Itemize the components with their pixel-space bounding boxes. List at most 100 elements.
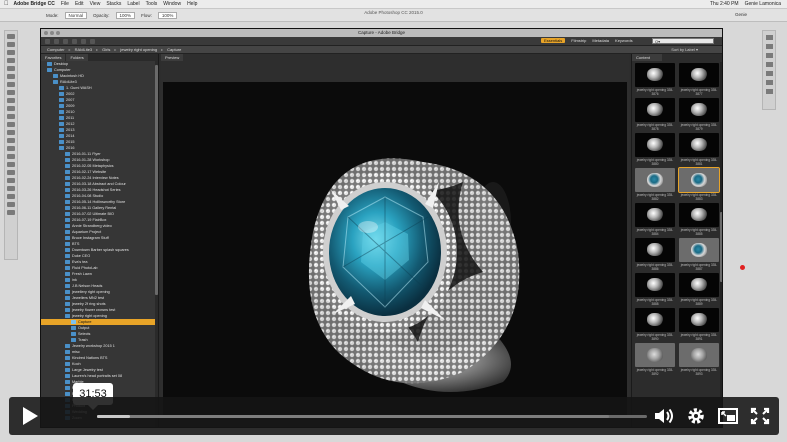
- preview-image-ring[interactable]: [163, 82, 627, 418]
- play-icon[interactable]: [23, 407, 38, 425]
- properties-panel-icon[interactable]: [765, 44, 773, 49]
- thumbnail-cell[interactable]: jewelry right opening 335-3879: [679, 98, 719, 131]
- breadcrumb-jewelry[interactable]: jewelry right opening: [120, 47, 157, 52]
- thumbnail-cell[interactable]: jewelry right opening 335-3882: [635, 168, 675, 201]
- thumbnail-image[interactable]: [635, 308, 675, 332]
- thumbnail-image[interactable]: [635, 133, 675, 157]
- content-scrollbar[interactable]: [720, 62, 722, 427]
- thumbnail-cell[interactable]: jewelry right opening 335-3890: [635, 308, 675, 341]
- thumbnail-cell[interactable]: jewelry right opening 335-3886: [635, 238, 675, 271]
- move-tool-icon[interactable]: [7, 34, 15, 39]
- thumbnail-image[interactable]: [678, 167, 720, 193]
- tab-folders[interactable]: Folders: [66, 54, 88, 61]
- thumbnail-image[interactable]: [679, 133, 719, 157]
- menubar-user[interactable]: Genie Lamonica: [745, 1, 781, 7]
- healing-tool-icon[interactable]: [7, 82, 15, 87]
- thumbnail-image[interactable]: [679, 238, 719, 262]
- thumbnail-image[interactable]: [635, 98, 675, 122]
- workspace-keywords[interactable]: Keywords: [615, 38, 633, 43]
- progress-bar[interactable]: [97, 415, 647, 418]
- recent-folders-icon[interactable]: [63, 38, 68, 44]
- thumbnail-cell[interactable]: jewelry right opening 335-3888: [635, 273, 675, 306]
- eraser-tool-icon[interactable]: [7, 114, 15, 119]
- breadcrumb-computer[interactable]: Computer: [47, 47, 65, 52]
- shape-tool-icon[interactable]: [7, 170, 15, 175]
- camera-import-icon[interactable]: [72, 38, 77, 44]
- open-in-camera-raw-icon[interactable]: [90, 38, 95, 44]
- menu-window[interactable]: Window: [163, 1, 181, 7]
- thumbnail-cell[interactable]: jewelry right opening 335-3883: [678, 167, 720, 201]
- color-swatch-icon[interactable]: [7, 194, 15, 199]
- settings-gear-icon[interactable]: [685, 406, 707, 426]
- zoom-tool-icon[interactable]: [7, 186, 15, 191]
- content-scroll-thumb[interactable]: [720, 212, 722, 282]
- menu-view[interactable]: View: [90, 1, 101, 7]
- thumbnail-image[interactable]: [679, 343, 719, 367]
- thumbnail-image[interactable]: [635, 63, 675, 87]
- history-brush-tool-icon[interactable]: [7, 106, 15, 111]
- thumbnail-cell[interactable]: jewelry right opening 335-3893: [679, 343, 719, 376]
- gradient-tool-icon[interactable]: [7, 122, 15, 127]
- paths-panel-icon[interactable]: [765, 71, 773, 76]
- thumbnail-image[interactable]: [679, 63, 719, 87]
- forward-icon[interactable]: [54, 38, 59, 44]
- thumbnail-image[interactable]: [635, 238, 675, 262]
- zoom-window-icon[interactable]: [56, 31, 60, 35]
- thumbnail-image[interactable]: [635, 273, 675, 297]
- marquee-tool-icon[interactable]: [7, 42, 15, 47]
- breadcrumb-capture[interactable]: Capture: [167, 47, 181, 52]
- thumbnail-cell[interactable]: jewelry right opening 335-3892: [635, 343, 675, 376]
- menu-edit[interactable]: Edit: [75, 1, 84, 7]
- menu-help[interactable]: Help: [187, 1, 197, 7]
- thumbnail-image[interactable]: [679, 273, 719, 297]
- breadcrumb-girls[interactable]: Girls: [102, 47, 110, 52]
- fullscreen-icon[interactable]: [749, 406, 771, 426]
- menu-tools[interactable]: Tools: [146, 1, 158, 7]
- workspace-filmstrip[interactable]: Filmstrip: [571, 38, 586, 43]
- thumbnail-cell[interactable]: jewelry right opening 335-3877: [679, 63, 719, 96]
- apple-icon[interactable]: : [4, 1, 9, 7]
- brush-tool-icon[interactable]: [7, 90, 15, 95]
- workspace-switcher[interactable]: Genie: [735, 12, 747, 17]
- brushes-panel-icon[interactable]: [765, 89, 773, 94]
- tab-preview[interactable]: Preview: [161, 54, 184, 61]
- type-tool-icon[interactable]: [7, 154, 15, 159]
- screen-mode-icon[interactable]: [7, 210, 15, 215]
- menu-stacks[interactable]: Stacks: [106, 1, 121, 7]
- thumbnail-image[interactable]: [679, 98, 719, 122]
- thumbnail-cell[interactable]: jewelry right opening 335-3880: [635, 133, 675, 166]
- path-select-tool-icon[interactable]: [7, 162, 15, 167]
- thumbnail-image[interactable]: [679, 308, 719, 332]
- minimize-window-icon[interactable]: [50, 31, 54, 35]
- dodge-tool-icon[interactable]: [7, 138, 15, 143]
- pen-tool-icon[interactable]: [7, 146, 15, 151]
- lasso-tool-icon[interactable]: [7, 50, 15, 55]
- thumbnail-cell[interactable]: jewelry right opening 335-3876: [635, 63, 675, 96]
- workspace-essentials[interactable]: Essentials: [541, 38, 566, 43]
- back-icon[interactable]: [45, 38, 50, 44]
- thumbnail-cell[interactable]: jewelry right opening 335-3884: [635, 203, 675, 236]
- thumbnail-image[interactable]: [635, 203, 675, 227]
- blur-tool-icon[interactable]: [7, 130, 15, 135]
- thumbnail-image[interactable]: [635, 168, 675, 192]
- bridge-search-input[interactable]: Q▾: [652, 38, 714, 44]
- volume-icon[interactable]: [653, 406, 675, 426]
- thumbnail-cell[interactable]: jewelry right opening 335-3881: [679, 133, 719, 166]
- menu-label[interactable]: Label: [127, 1, 139, 7]
- thumbnail-cell[interactable]: jewelry right opening 335-3878: [635, 98, 675, 131]
- adjustments-panel-icon[interactable]: [765, 80, 773, 85]
- refine-icon[interactable]: [81, 38, 86, 44]
- hand-tool-icon[interactable]: [7, 178, 15, 183]
- thumbnail-image[interactable]: [635, 343, 675, 367]
- history-panel-icon[interactable]: [765, 35, 773, 40]
- close-window-icon[interactable]: [44, 31, 48, 35]
- menu-file[interactable]: File: [61, 1, 69, 7]
- thumbnail-image[interactable]: [679, 203, 719, 227]
- workspace-metadata[interactable]: Metadata: [592, 38, 609, 43]
- picture-in-picture-icon[interactable]: [717, 406, 739, 426]
- crop-tool-icon[interactable]: [7, 66, 15, 71]
- quick-mask-icon[interactable]: [7, 202, 15, 207]
- thumbnail-cell[interactable]: jewelry right opening 335-3889: [679, 273, 719, 306]
- thumbnail-cell[interactable]: jewelry right opening 335-3887: [679, 238, 719, 271]
- app-menu[interactable]: Adobe Bridge CC: [14, 1, 55, 7]
